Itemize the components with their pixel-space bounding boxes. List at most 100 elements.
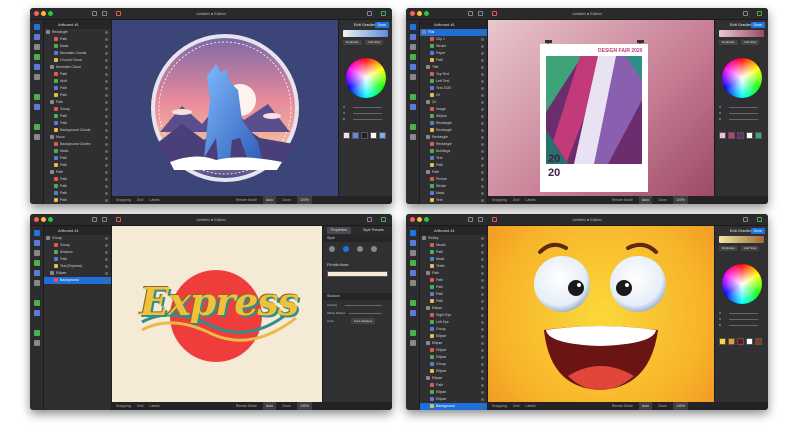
visibility-icon[interactable]: [105, 279, 108, 282]
share-icon[interactable]: [367, 11, 372, 16]
visibility-icon[interactable]: [481, 342, 484, 345]
layer-row[interactable]: Path: [420, 298, 487, 305]
color-swatch[interactable]: [361, 132, 368, 139]
layer-row[interactable]: Background: [420, 403, 487, 410]
slider-row[interactable]: S: [343, 112, 388, 115]
settings-tool-icon[interactable]: [34, 340, 40, 346]
layer-row[interactable]: Background: [44, 277, 111, 284]
text-tool-icon[interactable]: [410, 240, 416, 246]
visibility-icon[interactable]: [481, 328, 484, 331]
visibility-icon[interactable]: [481, 370, 484, 373]
color-swatch[interactable]: [719, 132, 726, 139]
grid-toggle[interactable]: Grid: [137, 198, 144, 202]
fill-row[interactable]: Fill with Noise: [323, 262, 392, 269]
design-canvas[interactable]: [488, 226, 714, 402]
layer-row[interactable]: Path: [44, 256, 111, 263]
zoom-select[interactable]: 100%: [297, 196, 312, 204]
color-tool-icon[interactable]: [34, 330, 40, 336]
layer-row[interactable]: Paper: [420, 50, 487, 57]
layer-row[interactable]: Text: [420, 155, 487, 162]
visibility-icon[interactable]: [481, 398, 484, 401]
layer-row[interactable]: Moon: [44, 134, 111, 141]
visibility-icon[interactable]: [481, 122, 484, 125]
done-button[interactable]: Done: [750, 22, 765, 28]
layer-row[interactable]: Path: [44, 99, 111, 106]
visibility-icon[interactable]: [105, 122, 108, 125]
symbol-tool-icon[interactable]: [34, 94, 40, 100]
pointer-tool-icon[interactable]: [34, 230, 40, 236]
visibility-icon[interactable]: [481, 199, 484, 202]
artboard-header[interactable]: Artboard #1: [44, 20, 111, 29]
visibility-icon[interactable]: [481, 164, 484, 167]
layer-row[interactable]: Left Eye: [420, 319, 487, 326]
render-mode-select[interactable]: Auto: [638, 402, 653, 410]
design-canvas[interactable]: DESIGN FAIR 2020 20 20: [488, 20, 714, 196]
design-canvas[interactable]: Express: [112, 226, 322, 402]
shape-tool-icon[interactable]: [34, 54, 40, 60]
layer-row[interactable]: Shadow: [44, 249, 111, 256]
pointer-tool-icon[interactable]: [34, 24, 40, 30]
layer-row[interactable]: Ellipse: [420, 354, 487, 361]
labels-toggle[interactable]: Labels: [149, 404, 159, 408]
visibility-icon[interactable]: [105, 73, 108, 76]
effect-icon[interactable]: [371, 246, 377, 252]
color-swatch[interactable]: [737, 338, 744, 345]
visibility-icon[interactable]: [105, 185, 108, 188]
artboard-header[interactable]: Artboard #1: [420, 226, 487, 235]
visibility-icon[interactable]: [105, 38, 108, 41]
export-tool-icon[interactable]: [34, 104, 40, 110]
visibility-icon[interactable]: [105, 258, 108, 261]
layer-row[interactable]: Stroke: [420, 43, 487, 50]
layer-row[interactable]: Ellipse: [420, 396, 487, 403]
color-swatch[interactable]: [370, 132, 377, 139]
visibility-icon[interactable]: [481, 391, 484, 394]
visibility-icon[interactable]: [105, 157, 108, 160]
grid-toggle[interactable]: Grid: [137, 404, 144, 408]
snapping-toggle[interactable]: Snapping: [116, 198, 131, 202]
duplicate-button[interactable]: Duplicate: [719, 246, 738, 251]
visibility-icon[interactable]: [105, 178, 108, 181]
tab-style-presets[interactable]: Style Presets: [359, 227, 388, 234]
color-swatch[interactable]: [755, 132, 762, 139]
layer-row[interactable]: Stroke: [420, 183, 487, 190]
gradient-bar[interactable]: [343, 30, 388, 37]
color-picker-icon[interactable]: [757, 217, 762, 222]
slider-row[interactable]: H: [343, 106, 388, 109]
visibility-icon[interactable]: [105, 52, 108, 55]
layer-row[interactable]: Text (Express): [44, 263, 111, 270]
text-tool-icon[interactable]: [410, 34, 416, 40]
fill-icon[interactable]: [329, 246, 335, 252]
add-stop-button[interactable]: Add Stop: [741, 246, 760, 251]
layer-row[interactable]: Path: [420, 382, 487, 389]
layer-row[interactable]: Title: [420, 64, 487, 71]
visibility-icon[interactable]: [481, 101, 484, 104]
layer-row[interactable]: Path: [44, 162, 111, 169]
layer-row[interactable]: Left Text: [420, 78, 487, 85]
visibility-icon[interactable]: [481, 59, 484, 62]
layer-row[interactable]: Group: [420, 326, 487, 333]
done-button[interactable]: Done: [750, 228, 765, 234]
brush-tool-icon[interactable]: [410, 74, 416, 80]
visibility-icon[interactable]: [481, 115, 484, 118]
visibility-icon[interactable]: [481, 108, 484, 111]
symbol-tool-icon[interactable]: [410, 300, 416, 306]
symbol-tool-icon[interactable]: [410, 94, 416, 100]
visibility-icon[interactable]: [481, 80, 484, 83]
add-stop-button[interactable]: Add Stop: [365, 40, 384, 45]
visibility-icon[interactable]: [105, 192, 108, 195]
grid-toggle[interactable]: Grid: [513, 404, 520, 408]
layer-row[interactable]: Rectangle: [420, 120, 487, 127]
pointer-tool-icon[interactable]: [410, 230, 416, 236]
visibility-icon[interactable]: [481, 251, 484, 254]
layer-row[interactable]: Smiley: [420, 235, 487, 242]
visibility-icon[interactable]: [105, 101, 108, 104]
visibility-icon[interactable]: [481, 150, 484, 153]
layer-row[interactable]: Rectangle: [44, 29, 111, 36]
visibility-icon[interactable]: [105, 143, 108, 146]
duplicate-button[interactable]: Duplicate: [719, 40, 738, 45]
slider-row[interactable]: S: [719, 112, 764, 115]
layer-row[interactable]: Path: [420, 284, 487, 291]
visibility-icon[interactable]: [105, 108, 108, 111]
visibility-icon[interactable]: [481, 377, 484, 380]
layer-row[interactable]: Teeth: [420, 263, 487, 270]
